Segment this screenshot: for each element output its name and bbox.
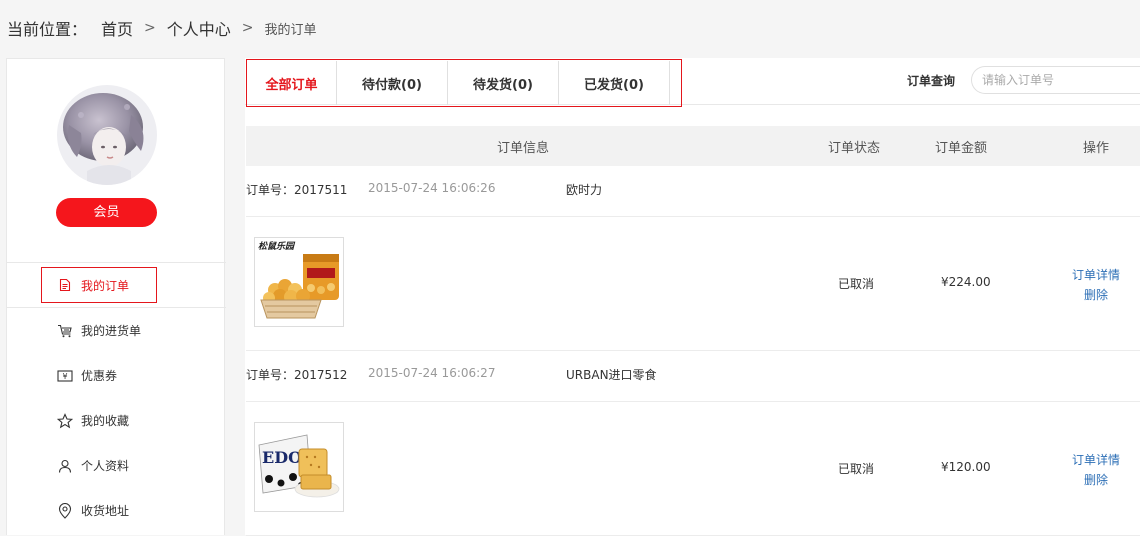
orders-table-header: 订单信息 订单状态 订单金额 操作	[246, 126, 1140, 166]
sidebar-item-label: 优惠券	[81, 369, 118, 383]
location-icon	[57, 502, 73, 519]
order-status: 已取消	[838, 277, 875, 291]
sidebar-item-label: 收货地址	[81, 504, 130, 518]
sidebar-item-my-orders[interactable]: 我的订单	[7, 263, 226, 308]
breadcrumb-separator: >	[144, 20, 156, 36]
header-order-status: 订单状态	[828, 141, 881, 156]
user-icon	[57, 458, 73, 474]
order-amount: ¥120.00	[941, 460, 991, 474]
avatar[interactable]	[57, 85, 157, 185]
breadcrumb-personal-center-link[interactable]: 个人中心	[167, 16, 231, 40]
order-info-row: 订单号：2017511 2015-07-24 16:06:26 欧时力	[246, 166, 1140, 217]
order-item-row: 松鼠乐园 已取消 ¥224.00 订单详情 删除	[246, 217, 1140, 351]
order-actions: 订单详情 删除	[1072, 450, 1120, 490]
header-order-amount: 订单金额	[935, 141, 988, 156]
delete-order-link[interactable]: 删除	[1084, 470, 1108, 490]
order-search-input[interactable]	[971, 66, 1140, 94]
order-search-label: 订单查询	[907, 74, 956, 88]
order-number: 订单号：2017511	[246, 183, 348, 197]
shop-name: URBAN进口零食	[566, 368, 657, 382]
sidebar: 会员 我的订单 我的进货单 ¥ 优惠券 我的收藏 个人资料 收货地址	[6, 58, 226, 535]
svg-text:松鼠乐园: 松鼠乐园	[258, 241, 296, 252]
shop-name: 欧时力	[566, 183, 603, 197]
cart-icon	[57, 323, 73, 339]
svg-text:EDO: EDO	[262, 448, 302, 467]
delete-order-link[interactable]: 删除	[1084, 285, 1108, 305]
tab-pending-payment[interactable]: 待付款(0)	[337, 61, 448, 105]
sidebar-item-label: 我的收藏	[81, 414, 130, 428]
sidebar-item-profile[interactable]: 个人资料	[7, 443, 226, 488]
order-actions: 订单详情 删除	[1072, 265, 1120, 305]
svg-text:¥: ¥	[62, 372, 67, 381]
sidebar-item-my-purchase-list[interactable]: 我的进货单	[7, 308, 226, 353]
breadcrumb-separator: >	[241, 20, 254, 36]
member-badge-button[interactable]: 会员	[56, 198, 157, 227]
active-item-highlight	[41, 267, 157, 303]
orders-panel: 全部订单 待付款(0) 待发货(0) 已发货(0) 订单查询 订单信息 订单状态…	[245, 58, 1140, 536]
edo-crackers-product-image[interactable]: EDO	[254, 422, 344, 512]
sidebar-menu: 我的订单 我的进货单 ¥ 优惠券 我的收藏 个人资料 收货地址	[7, 262, 226, 533]
order-time: 2015-07-24 16:06:26	[368, 181, 496, 195]
coupon-icon: ¥	[57, 368, 73, 384]
sidebar-item-favorites[interactable]: 我的收藏	[7, 398, 226, 443]
star-icon	[57, 412, 73, 429]
order-time: 2015-07-24 16:06:27	[368, 366, 496, 380]
popcorn-product-image[interactable]: 松鼠乐园	[254, 237, 344, 327]
order-tabs: 全部订单 待付款(0) 待发货(0) 已发货(0)	[246, 59, 682, 107]
order-item-row: EDO 已取消 ¥120.00 订单详情 删除	[246, 402, 1140, 536]
order-info-row: 订单号：2017512 2015-07-24 16:06:27 URBAN进口零…	[246, 351, 1140, 402]
tab-shipped[interactable]: 已发货(0)	[559, 61, 670, 105]
header-order-info: 订单信息	[497, 141, 550, 156]
order-status: 已取消	[838, 462, 875, 476]
order-detail-link[interactable]: 订单详情	[1072, 265, 1120, 285]
tab-pending-shipment[interactable]: 待发货(0)	[448, 61, 559, 105]
breadcrumb-label: 当前位置：	[7, 20, 88, 39]
breadcrumb-home-link[interactable]: 首页	[101, 16, 133, 40]
header-actions: 操作	[1083, 141, 1110, 156]
breadcrumb: 当前位置： 首页 > 个人中心 > 我的订单	[7, 16, 317, 40]
order-tabs-bar: 全部订单 待付款(0) 待发货(0) 已发货(0) 订单查询	[245, 58, 1140, 107]
sidebar-item-coupons[interactable]: ¥ 优惠券	[7, 353, 226, 398]
sidebar-item-shipping-address[interactable]: 收货地址	[7, 488, 226, 533]
sidebar-item-label: 个人资料	[81, 459, 130, 473]
sidebar-item-label: 我的进货单	[81, 324, 142, 338]
order-number: 订单号：2017512	[246, 368, 348, 382]
order-amount: ¥224.00	[941, 275, 991, 289]
tab-all-orders[interactable]: 全部订单	[247, 61, 337, 105]
breadcrumb-current: 我的订单	[264, 22, 317, 38]
order-detail-link[interactable]: 订单详情	[1072, 450, 1120, 470]
